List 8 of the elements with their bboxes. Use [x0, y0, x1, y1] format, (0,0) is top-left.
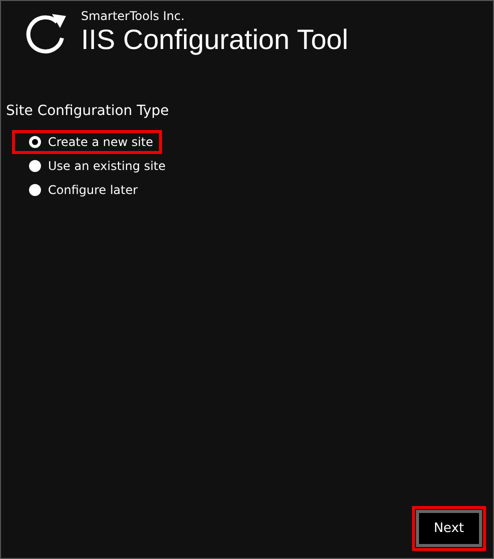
- app-title: IIS Configuration Tool: [81, 23, 348, 57]
- next-button[interactable]: Next: [412, 506, 486, 551]
- radio-option[interactable]: Create a new site: [12, 130, 162, 154]
- radio-option[interactable]: Configure later: [12, 178, 147, 202]
- section-label: Site Configuration Type: [6, 102, 170, 121]
- refresh-icon: [25, 12, 67, 56]
- company-name: SmarterTools Inc.: [81, 9, 186, 23]
- radio-option[interactable]: Use an existing site: [12, 154, 175, 178]
